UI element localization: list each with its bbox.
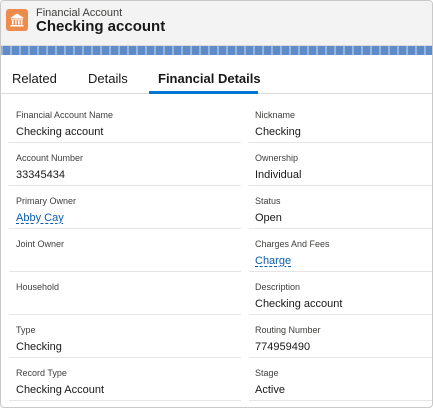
row-divider: [9, 314, 241, 315]
row-divider: [9, 142, 241, 143]
row-divider: [249, 400, 432, 401]
row-divider: [249, 271, 432, 272]
field-value: Checking: [16, 341, 62, 353]
record-page: Financial Account Checking account Relat…: [0, 0, 433, 408]
field-value: Active: [255, 384, 285, 396]
tab-bar: Related Details Financial Details: [1, 55, 432, 94]
row-divider: [249, 357, 432, 358]
field-value: 33345434: [16, 169, 65, 181]
field-value: Checking account: [16, 126, 104, 138]
row-divider: [9, 400, 241, 401]
row-divider: [249, 142, 432, 143]
field-label: Description: [255, 282, 301, 292]
bank-icon: [6, 9, 28, 31]
field-value: Individual: [255, 169, 302, 181]
field-value: 774959490: [255, 341, 311, 353]
field-value: Open: [255, 212, 282, 224]
field-value: Checking: [255, 126, 301, 138]
field-label: Nickname: [255, 110, 296, 120]
row-divider: [9, 357, 241, 358]
row-divider: [249, 228, 432, 229]
record-header: Financial Account Checking account: [1, 1, 432, 46]
field-label: Joint Owner: [16, 239, 65, 249]
field-label: Ownership: [255, 153, 299, 163]
field-label: Household: [16, 282, 60, 292]
field-label: Status: [255, 196, 281, 206]
row-divider: [249, 314, 432, 315]
row-divider: [9, 271, 241, 272]
row-divider: [9, 185, 241, 186]
charge-link[interactable]: Charge: [255, 255, 291, 267]
field-label: Type: [16, 325, 36, 335]
row-divider: [9, 228, 241, 229]
field-label: Primary Owner: [16, 196, 77, 206]
record-title: Checking account: [36, 18, 166, 35]
active-tab-indicator: [149, 91, 258, 94]
field-label: Routing Number: [255, 325, 321, 335]
field-label: Record Type: [16, 368, 67, 378]
tab-related[interactable]: Related: [12, 71, 57, 86]
row-divider: [249, 185, 432, 186]
tab-financial-details[interactable]: Financial Details: [158, 71, 261, 86]
field-label: Financial Account Name: [16, 110, 114, 120]
field-label: Stage: [255, 368, 279, 378]
header-banner: [1, 46, 432, 55]
field-label: Charges And Fees: [255, 239, 330, 249]
field-value: Checking account: [255, 298, 343, 310]
field-value: Checking Account: [16, 384, 105, 396]
tab-details[interactable]: Details: [88, 71, 128, 86]
field-label: Account Number: [16, 153, 84, 163]
primary-owner-link[interactable]: Abby Cay: [16, 212, 64, 224]
